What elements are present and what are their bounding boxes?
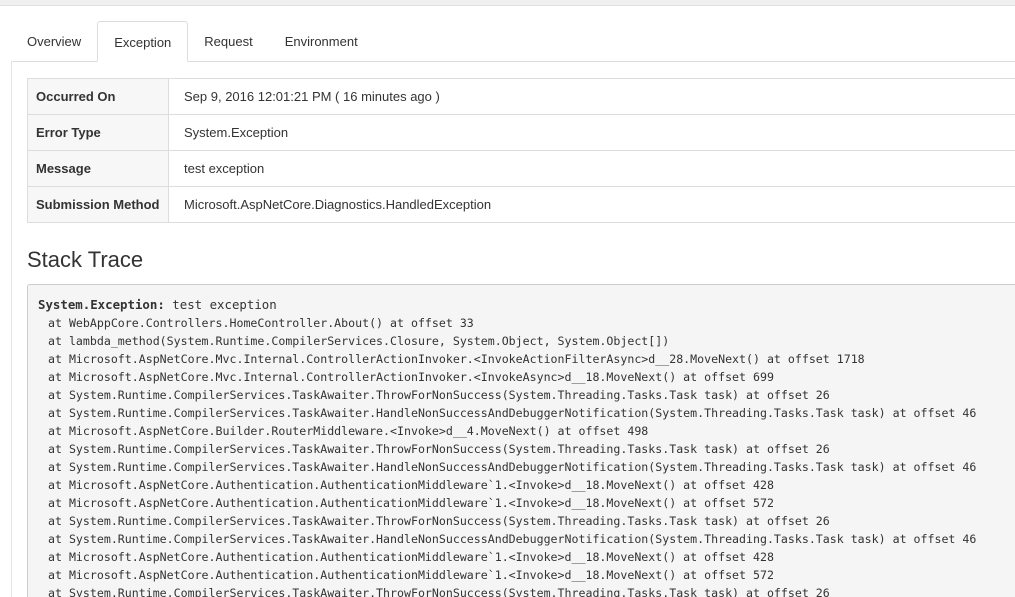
submission-method-value: Microsoft.AspNetCore.Diagnostics.Handled… [168,186,1015,223]
stack-frame: at System.Runtime.CompilerServices.TaskA… [48,532,977,546]
occurred-on-label: Occurred On [27,78,169,115]
stack-frame: at Microsoft.AspNetCore.Builder.RouterMi… [48,424,649,438]
stack-trace-header: System.Exception: test exception [38,295,1015,314]
message-label: Message [27,150,169,187]
stack-frame: at Microsoft.AspNetCore.Mvc.Internal.Con… [48,352,865,366]
stack-frame: at lambda_method(System.Runtime.Compiler… [48,334,670,348]
message-value: test exception [168,150,1015,187]
stack-frame: at Microsoft.AspNetCore.Authentication.A… [48,478,774,492]
error-type-label: Error Type [27,114,169,151]
error-type-value: System.Exception [168,114,1015,151]
stack-trace-box[interactable]: System.Exception: test exception at WebA… [27,284,1015,597]
stack-frame: at System.Runtime.CompilerServices.TaskA… [48,460,977,474]
exception-type: System.Exception: [38,297,165,312]
stack-frame: at System.Runtime.CompilerServices.TaskA… [48,388,830,402]
exception-details-table: Occurred On Sep 9, 2016 12:01:21 PM ( 16… [27,78,1015,223]
stack-frame: at System.Runtime.CompilerServices.TaskA… [48,586,830,597]
stack-frame: at Microsoft.AspNetCore.Authentication.A… [48,568,774,582]
details-row-error-type: Error Type System.Exception [27,114,1015,151]
tab-bar: Overview Exception Request Environment [11,21,374,62]
stack-frames: at WebAppCore.Controllers.HomeController… [38,314,1015,597]
details-row-submission-method: Submission Method Microsoft.AspNetCore.D… [27,186,1015,223]
exception-detail-page: Overview Exception Request Environment O… [0,0,1015,597]
stack-trace-title: Stack Trace [27,247,144,272]
stack-frame: at Microsoft.AspNetCore.Authentication.A… [48,550,774,564]
stack-frame: at Microsoft.AspNetCore.Authentication.A… [48,496,774,510]
submission-method-label: Submission Method [27,186,169,223]
occurred-on-value: Sep 9, 2016 12:01:21 PM ( 16 minutes ago… [168,78,1015,115]
tab-request[interactable]: Request [188,21,268,62]
tab-overview[interactable]: Overview [11,21,97,62]
stack-frame: at System.Runtime.CompilerServices.TaskA… [48,442,830,456]
stack-frame: at System.Runtime.CompilerServices.TaskA… [48,406,977,420]
details-row-occurred-on: Occurred On Sep 9, 2016 12:01:21 PM ( 16… [27,78,1015,115]
stack-frame: at WebAppCore.Controllers.HomeController… [48,316,474,330]
exception-message: test exception [164,297,277,312]
tab-environment[interactable]: Environment [269,21,374,62]
panel-border [11,61,12,597]
details-row-message: Message test exception [27,150,1015,187]
tab-exception[interactable]: Exception [97,21,189,62]
stack-frame: at Microsoft.AspNetCore.Mvc.Internal.Con… [48,370,774,384]
stack-frame: at System.Runtime.CompilerServices.TaskA… [48,514,830,528]
top-header-strip [0,0,1015,6]
